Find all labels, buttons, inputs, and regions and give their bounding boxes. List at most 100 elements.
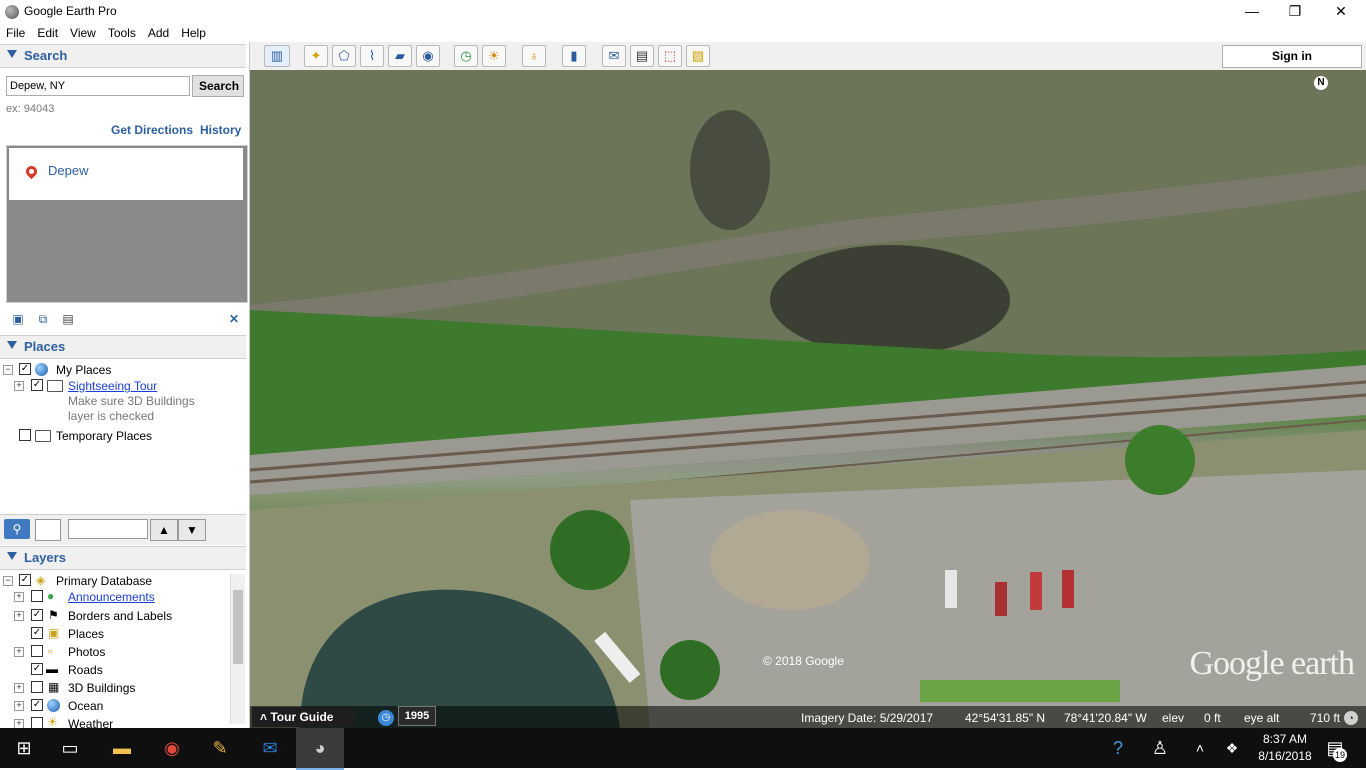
weather-checkbox[interactable] [31,717,43,728]
search-results-panel: Depew [6,145,248,303]
roads-checkbox[interactable]: ✓ [31,663,43,675]
task-view-icon[interactable]: ▭ [58,736,82,760]
layer-borders-and-labels[interactable]: Borders and Labels [68,609,172,623]
north-compass-icon[interactable]: N [1314,76,1328,90]
minimize-button[interactable]: — [1229,0,1275,24]
expand-announcements[interactable]: + [14,592,24,602]
my-places-checkbox[interactable]: ✓ [19,363,31,375]
primary-database-checkbox[interactable]: ✓ [19,574,31,586]
google-earth-taskbar-item[interactable]: ◕ [296,728,344,770]
layer-weather[interactable]: Weather [68,717,113,728]
database-icon: ◈ [36,573,46,587]
expand-weather[interactable]: + [14,719,24,728]
menu-help[interactable]: Help [175,24,212,42]
email-icon[interactable]: ✉ [602,45,626,67]
menu-tools[interactable]: Tools [102,24,142,42]
expand-primary-database[interactable]: − [3,576,13,586]
clock-date[interactable]: 8/16/2018 [1250,749,1320,763]
expand-3d-buildings[interactable]: + [14,683,24,693]
layer-announcements[interactable]: Announcements [68,590,155,604]
clock-icon[interactable]: ◷ [378,710,394,726]
menu-view[interactable]: View [64,24,102,42]
clock-time[interactable]: 8:37 AM [1255,732,1315,746]
temporary-places-label[interactable]: Temporary Places [56,429,152,443]
layers-scrollbar[interactable] [230,574,245,724]
3d-buildings-checkbox[interactable] [31,681,43,693]
expand-ocean[interactable]: + [14,701,24,711]
expand-sightseeing[interactable]: + [14,381,24,391]
announcements-checkbox[interactable] [31,590,43,602]
help-icon[interactable]: ? [1106,736,1130,760]
ruler-icon[interactable]: ▮ [562,45,586,67]
maximize-button[interactable]: ❐ [1272,0,1318,24]
layer-photos[interactable]: Photos [68,645,105,659]
layers-section-header[interactable]: Layers [0,546,246,570]
save-image-icon[interactable]: ▧ [686,45,710,67]
scrollbar-thumb[interactable] [233,590,243,664]
menu-add[interactable]: Add [142,24,175,42]
paint-icon[interactable]: ✎ [208,736,232,760]
copy-icon[interactable]: ⧉ [35,312,51,326]
chrome-icon[interactable]: ◉ [160,736,184,760]
sightseeing-checkbox[interactable]: ✓ [31,379,43,391]
layer-places[interactable]: Places [68,627,104,641]
view-in-maps-icon[interactable]: ⬚ [658,45,682,67]
ocean-globe-icon [47,699,60,712]
print-icon[interactable]: ▤ [60,312,76,326]
people-icon[interactable]: ♙ [1148,736,1172,760]
windows-start-icon[interactable]: ⊞ [12,736,36,760]
places-layer-checkbox[interactable]: ✓ [31,627,43,639]
tour-guide-button[interactable]: ˄ Tour Guide [252,707,354,727]
layer-3d-buildings[interactable]: 3D Buildings [68,681,135,695]
add-folder-icon[interactable]: ▣ [10,312,26,326]
globe-icon [35,363,48,376]
layer-ocean[interactable]: Ocean [68,699,103,713]
layer-roads[interactable]: Roads [68,663,103,677]
places-filter-input[interactable] [68,519,148,539]
search-input[interactable] [6,76,190,96]
my-places-label[interactable]: My Places [56,363,111,377]
outlook-icon[interactable]: ✉ [258,736,282,760]
expand-photos[interactable]: + [14,647,24,657]
places-section-header[interactable]: Places [0,335,246,359]
history-link[interactable]: History [200,123,241,137]
search-places-icon[interactable]: ⚲ [4,519,30,539]
expand-borders[interactable]: + [14,611,24,621]
close-button[interactable]: ✕ [1318,0,1364,24]
close-results-icon[interactable]: ✕ [226,312,242,326]
search-section-header[interactable]: Search [0,44,246,68]
chevron-up-icon[interactable]: ˄ [1188,736,1212,760]
historical-imagery-icon[interactable]: ◷ [454,45,478,67]
add-polygon-icon[interactable]: ⬠ [332,45,356,67]
menu-edit[interactable]: Edit [31,24,64,42]
sign-in-button[interactable]: Sign in [1222,45,1362,68]
add-path-icon[interactable]: ⌇ [360,45,384,67]
expand-my-places[interactable]: − [3,365,13,375]
search-button[interactable]: Search [192,75,244,97]
move-down-icon[interactable]: ▼ [178,519,206,541]
add-image-overlay-icon[interactable]: ▰ [388,45,412,67]
record-tour-icon[interactable]: ◉ [416,45,440,67]
temporary-places-checkbox[interactable] [19,429,31,441]
layer-primary-database[interactable]: Primary Database [56,574,152,588]
history-year-badge[interactable]: 1995 [398,706,436,726]
sidebar-toggle-icon[interactable]: ▥ [264,45,290,67]
add-placemark-icon[interactable]: ✦ [304,45,328,67]
panel-toggle-icon[interactable] [35,519,61,541]
print-icon[interactable]: ▤ [630,45,654,67]
notification-count-badge: 19 [1333,748,1347,762]
imagery-date: Imagery Date: 5/29/2017 [801,711,934,725]
search-result-item[interactable]: Depew [9,148,243,200]
sightseeing-tour-link[interactable]: Sightseeing Tour [68,379,157,393]
map-view[interactable]: N © 2018 Google Google earth ˄ Tour Guid… [250,70,1366,728]
photos-checkbox[interactable] [31,645,43,657]
get-directions-link[interactable]: Get Directions [111,123,193,137]
planets-icon[interactable]: ♁ [522,45,546,67]
ocean-checkbox[interactable]: ✓ [31,699,43,711]
borders-checkbox[interactable]: ✓ [31,609,43,621]
sunlight-icon[interactable]: ☀ [482,45,506,67]
dropbox-icon[interactable]: ❖ [1220,736,1244,760]
move-up-icon[interactable]: ▲ [150,519,178,541]
file-explorer-icon[interactable]: ▬ [110,736,134,760]
menu-file[interactable]: File [0,24,31,42]
